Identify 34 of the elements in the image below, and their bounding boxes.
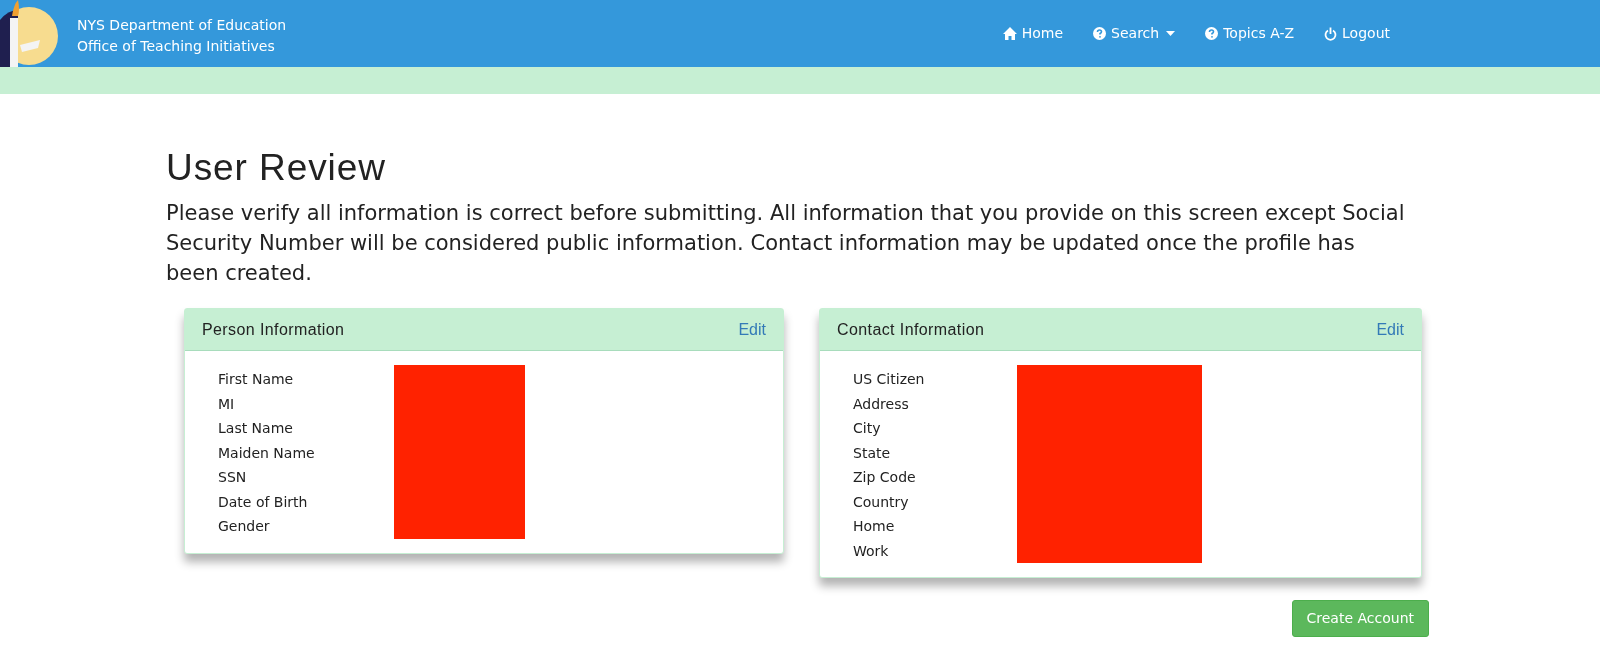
- power-icon: [1324, 26, 1338, 41]
- field-label: Gender: [218, 517, 270, 536]
- field-label: Zip Code: [853, 468, 916, 487]
- nav-link[interactable]: Topics A-Z: [1205, 23, 1295, 44]
- create-account-button[interactable]: Create Account: [1291, 600, 1429, 637]
- field-label: City: [853, 419, 881, 438]
- field-label: Date of Birth: [218, 492, 308, 512]
- field-label: US Citizen: [853, 370, 925, 389]
- card-title: Contact Information: [837, 319, 985, 340]
- field-label: MI: [218, 394, 235, 414]
- page-title: User Review: [166, 146, 387, 190]
- edit-link[interactable]: Edit: [738, 317, 766, 342]
- nav-link[interactable]: Search: [1093, 23, 1176, 44]
- field-label: First Name: [218, 370, 294, 389]
- field-label: Work: [853, 541, 889, 561]
- field-label: Country: [853, 492, 909, 512]
- site-title: NYS Department of Education: [77, 16, 287, 35]
- home-icon: [1002, 27, 1017, 40]
- intro-paragraph: Please verify all information is correct before submitting. All information that you provide on this screen except Social Security Number will be considered public information. Contact information may be updated once the profile has been created.: [166, 200, 1406, 287]
- nav-link[interactable]: Home: [1002, 23, 1064, 44]
- help-icon: [1093, 27, 1107, 40]
- site-title: Office of Teaching Initiatives: [77, 37, 275, 56]
- help-icon: [1205, 27, 1219, 40]
- logo-icon: [0, 0, 58, 67]
- field-label: Home: [853, 517, 895, 536]
- field-label: State: [853, 443, 891, 463]
- field-label: Address: [853, 394, 909, 414]
- field-label: Last Name: [218, 419, 293, 438]
- edit-link[interactable]: Edit: [1376, 317, 1404, 342]
- field-label: Maiden Name: [218, 443, 315, 463]
- caret-icon: [1166, 31, 1176, 36]
- card-title: Person Information: [202, 319, 345, 340]
- field-label: SSN: [218, 468, 247, 487]
- nav-link[interactable]: Logout: [1324, 23, 1390, 44]
